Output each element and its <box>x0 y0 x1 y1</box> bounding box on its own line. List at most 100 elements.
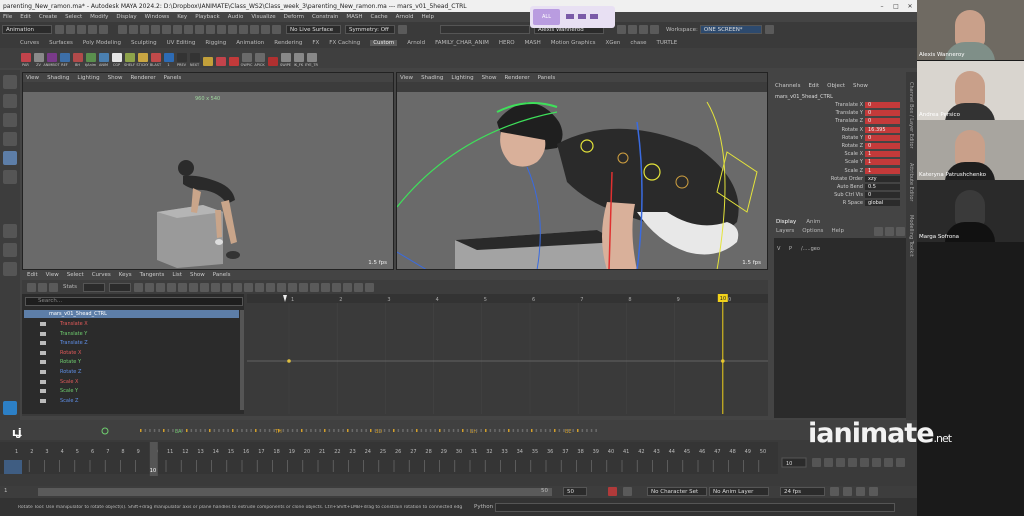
graph-canvas[interactable]: 1 2 3 4 5 6 7 8 9 1010 <box>247 294 768 414</box>
character-set-dropdown[interactable]: No Character Set <box>647 487 707 496</box>
shelf-tab-rigging[interactable]: Rigging <box>205 40 226 46</box>
menu-file[interactable]: File <box>3 14 12 20</box>
soft-select-icon[interactable] <box>398 25 407 34</box>
stats-time-field[interactable] <box>83 282 106 292</box>
shelf-button[interactable]: REF <box>59 50 70 67</box>
shelf-tab-custom[interactable]: Custom <box>370 39 398 46</box>
select-hierarchy-icon[interactable] <box>118 25 127 34</box>
unify-tangent-icon[interactable] <box>255 282 265 292</box>
sound-icon[interactable] <box>843 487 852 496</box>
close-icon[interactable]: ✕ <box>903 3 917 10</box>
menu-display[interactable]: Display <box>116 14 136 20</box>
attr-value-field[interactable]: 1 <box>865 159 900 166</box>
render-icon[interactable] <box>217 25 226 34</box>
overlay-cam-icon[interactable] <box>590 14 598 19</box>
go-end-icon[interactable] <box>896 458 905 467</box>
attr-value-field[interactable]: 0 <box>865 102 900 108</box>
layer-menu-layers[interactable]: Layers <box>776 228 794 234</box>
single-pane-icon[interactable] <box>3 224 17 238</box>
auto-tangent-icon[interactable] <box>167 282 177 292</box>
shelf-tab-motion-graphics[interactable]: Motion Graphics <box>551 40 596 46</box>
frame-all-icon[interactable] <box>134 282 144 292</box>
video-participant[interactable]: Marga Sofrona <box>917 180 1024 242</box>
channel-attr-row[interactable]: Auto Bend 0.5 <box>772 184 917 191</box>
play-back-icon[interactable] <box>848 458 857 467</box>
layer-menu-options[interactable]: Options <box>802 228 823 234</box>
linear-tangent-icon[interactable] <box>200 282 210 292</box>
menu-create[interactable]: Create <box>39 14 57 20</box>
shelf-tab-animation[interactable]: Animation <box>236 40 264 46</box>
attr-value-field[interactable]: global <box>865 200 900 207</box>
menu-select[interactable]: Select <box>65 14 82 20</box>
channel-attr-row[interactable]: Scale Y1 <box>772 159 917 166</box>
shelf-tab-xgen[interactable]: XGen <box>605 40 620 46</box>
shelf-button[interactable]: ANIM <box>98 50 109 67</box>
menu-windows[interactable]: Windows <box>145 14 170 20</box>
outliner-search-input[interactable]: Search... <box>25 297 243 306</box>
step-tangent-icon[interactable] <box>222 282 232 292</box>
outliner-channel[interactable]: Scale Y <box>40 388 78 394</box>
shelf-button[interactable]: IK_FK <box>293 50 304 67</box>
move-key-icon[interactable] <box>27 282 36 292</box>
shelf-tab-poly-modeling[interactable]: Poly Modeling <box>83 40 121 46</box>
video-participant[interactable]: Andrea Persico <box>917 61 1024 120</box>
sidebar-toggle-icon[interactable] <box>639 25 648 34</box>
channel-attr-row[interactable]: Scale Z1 <box>772 167 917 175</box>
shelf-button[interactable]: CGP <box>111 50 122 67</box>
pre-infinity-icon[interactable] <box>310 282 320 292</box>
layer-visibility-toggle[interactable]: V <box>777 246 789 252</box>
attr-value-field[interactable]: 0.5 <box>865 184 900 190</box>
outliner-channel[interactable]: Rotate Y <box>40 359 81 365</box>
layer-move-up-icon[interactable] <box>874 226 883 236</box>
shelf-button[interactable]: SWIPE <box>280 50 291 67</box>
graph-menu-select[interactable]: Select <box>67 272 84 278</box>
move-tool-icon[interactable] <box>3 132 17 146</box>
attr-value-field[interactable]: 16.395 <box>865 126 900 133</box>
overlay-all-button[interactable]: ALL <box>533 9 560 25</box>
channel-menu-edit[interactable]: Edit <box>808 83 819 89</box>
layer-menu-help[interactable]: Help <box>831 228 844 234</box>
channel-attr-row[interactable]: Translate X0 <box>772 102 917 109</box>
step-back-key-icon[interactable] <box>824 458 833 467</box>
audio-icon[interactable] <box>869 487 878 496</box>
menu-playback[interactable]: Playback <box>195 14 220 20</box>
playback-end-field[interactable]: 50 <box>541 488 548 494</box>
viewport-menu-panels[interactable]: Panels <box>164 75 182 81</box>
overlay-cam-icon[interactable] <box>578 14 586 19</box>
channel-attr-row[interactable]: Rotate Order xzy <box>772 175 917 183</box>
graph-time-ruler[interactable] <box>247 294 768 303</box>
shelf-button[interactable]: EYE_TR <box>305 50 318 67</box>
menu-deform[interactable]: Deform <box>284 14 304 20</box>
shelf-tab-surfaces[interactable]: Surfaces <box>49 40 73 46</box>
workspace-dropdown[interactable]: ONE SCREEN* <box>699 25 762 34</box>
select-tool-icon[interactable] <box>3 75 17 89</box>
arnold-render-icon[interactable] <box>261 25 270 34</box>
viewport-menu-view[interactable]: View <box>26 75 39 81</box>
graph-menu-curves[interactable]: Curves <box>92 272 111 278</box>
spline-tangent-icon[interactable] <box>178 282 188 292</box>
outliner-object-row[interactable]: mars_v01_5head_CTRL <box>24 310 239 318</box>
viewport-menu-panels[interactable]: Panels <box>538 75 556 81</box>
shelf-button[interactable]: BLAST <box>150 50 161 67</box>
layer-row[interactable]: V P /.....geo <box>774 238 914 260</box>
sidebar-toggle-icon[interactable] <box>628 25 637 34</box>
maximize-icon[interactable]: □ <box>889 3 903 10</box>
shelf-button[interactable]: OWPIC <box>241 50 252 67</box>
mash-icon[interactable] <box>3 401 17 415</box>
graph-menu-keys[interactable]: Keys <box>119 272 132 278</box>
undo-icon[interactable] <box>88 25 97 34</box>
outliner-scrollbar[interactable] <box>240 310 244 410</box>
time-slider-track[interactable] <box>0 442 778 474</box>
outliner-channel[interactable]: Scale X <box>40 379 78 385</box>
shelf-button[interactable]: SHELF <box>124 50 135 67</box>
channel-menu-object[interactable]: Object <box>827 83 845 89</box>
step-back-frame-icon[interactable] <box>836 458 845 467</box>
new-layer-icon[interactable] <box>896 226 905 236</box>
graph-view[interactable]: 1 2 3 4 5 6 7 8 9 10 10 <box>247 294 768 414</box>
channel-attr-row[interactable]: Translate Y0 <box>772 110 917 117</box>
menu-visualize[interactable]: Visualize <box>251 14 275 20</box>
attr-value-field[interactable]: 0 <box>865 192 900 199</box>
shelf-tab-arnold[interactable]: Arnold <box>407 40 425 46</box>
snap-grid-icon[interactable] <box>151 25 160 34</box>
attr-value-field[interactable]: 0 <box>865 143 900 149</box>
